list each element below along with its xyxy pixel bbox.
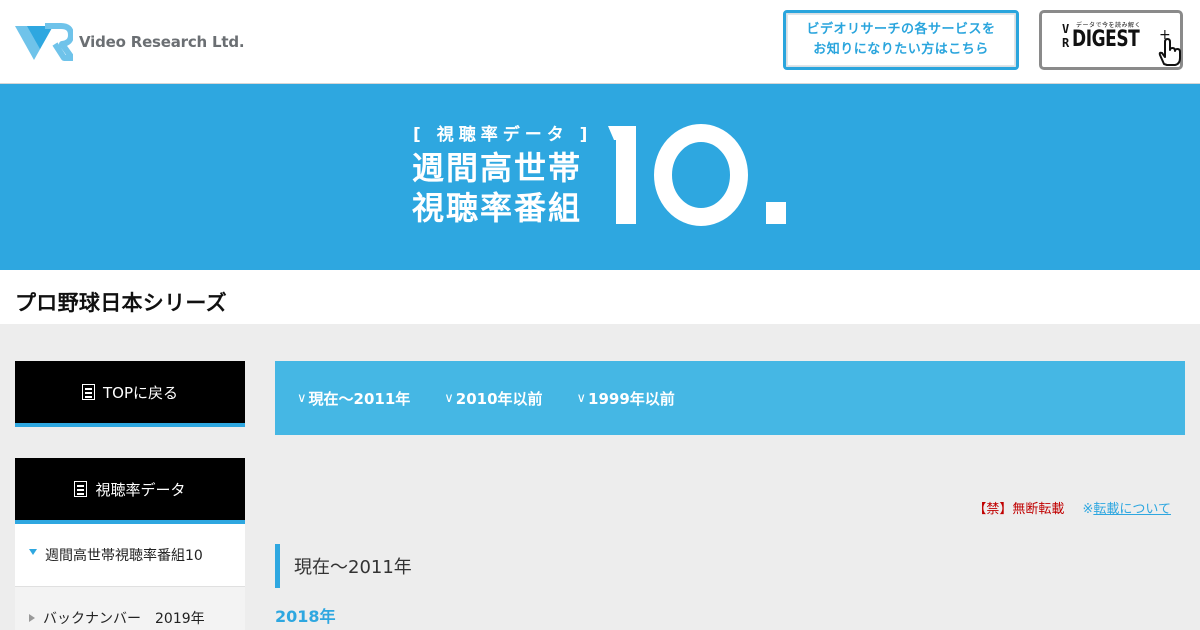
site-header: Video Research Ltd. ビデオリサーチの各サービスを お知りにな… — [0, 0, 1200, 84]
document-icon — [74, 481, 88, 497]
tab-label: 現在〜2011年 — [308, 389, 411, 408]
hero-title-line1: 週間高世帯 — [412, 149, 583, 187]
logo-text: Video Research Ltd. — [79, 33, 245, 51]
triangle-right-icon — [29, 614, 35, 622]
services-banner-line1: ビデオリサーチの各サービスを — [806, 22, 996, 37]
vr-digest-banner-button[interactable]: V R データで今を読み解く DIGEST + — [1039, 10, 1183, 70]
chevron-down-icon: ∨ — [444, 390, 454, 406]
sidebar-item-weekly-top10[interactable]: 週間高世帯視聴率番組10 — [15, 524, 245, 587]
sidebar-list: 週間高世帯視聴率番組10 バックナンバー 2019年 — [15, 524, 245, 630]
period-tabs: ∨ 現在〜2011年 ∨ 2010年以前 ∨ 1999年以前 — [275, 361, 1185, 435]
sidebar-rating-data-label: 視聴率データ — [95, 480, 186, 499]
tab-label: 2010年以前 — [455, 389, 543, 408]
sidebar-item-backnumber-2019[interactable]: バックナンバー 2019年 — [15, 587, 245, 630]
sidebar-rating-data-header[interactable]: 視聴率データ — [15, 458, 245, 524]
page-title-bar: プロ野球日本シリーズ — [0, 270, 1200, 324]
video-research-logo[interactable]: Video Research Ltd. — [15, 22, 245, 62]
hero-title-line2: 視聴率番組 — [412, 189, 583, 227]
hero-bracket-title: [ 視聴率データ ] — [413, 125, 593, 145]
reprint-notice: 【禁】無断転載 ※転載について — [973, 498, 1171, 517]
digest-vr-mark: V R — [1062, 22, 1072, 50]
year-heading: 2018年 — [275, 607, 336, 626]
chevron-down-icon: ∨ — [576, 390, 587, 406]
note-mark: ※ — [1082, 502, 1094, 517]
chevron-down-icon: ∨ — [297, 390, 307, 406]
digest-word: DIGEST — [1072, 27, 1140, 52]
tab-2010-before[interactable]: ∨ 2010年以前 — [444, 388, 542, 409]
triangle-down-icon — [29, 549, 37, 555]
services-banner-button[interactable]: ビデオリサーチの各サービスを お知りになりたい方はこちら — [783, 10, 1019, 70]
hero-banner: [ 視聴率データ ] 週間高世帯 視聴率番組 — [0, 84, 1200, 270]
sidebar-item-label: 週間高世帯視聴率番組10 — [45, 548, 203, 564]
sidebar-top-link[interactable]: TOPに戻る — [15, 361, 245, 427]
hero-number-ten — [608, 124, 786, 226]
pointing-hand-icon — [1158, 38, 1181, 66]
services-banner-line2: お知りになりたい方はこちら — [813, 42, 989, 57]
digest-vr-r: R — [1062, 36, 1070, 50]
tab-label: 1999年以前 — [588, 389, 675, 408]
reprint-policy-link[interactable]: 転載について — [1093, 502, 1171, 517]
section-heading: 現在〜2011年 — [275, 544, 412, 588]
digest-vr-v: V — [1062, 22, 1070, 36]
sidebar-top-label: TOPに戻る — [102, 383, 178, 402]
page-title: プロ野球日本シリーズ — [15, 291, 227, 315]
tab-present-2011[interactable]: ∨ 現在〜2011年 — [297, 388, 410, 409]
vr-logo-icon — [15, 23, 73, 61]
no-reprint-text: 【禁】無断転載 — [973, 502, 1065, 517]
sidebar-item-label: バックナンバー 2019年 — [43, 611, 205, 627]
tab-1999-before[interactable]: ∨ 1999年以前 — [577, 388, 675, 409]
document-icon — [81, 384, 95, 400]
